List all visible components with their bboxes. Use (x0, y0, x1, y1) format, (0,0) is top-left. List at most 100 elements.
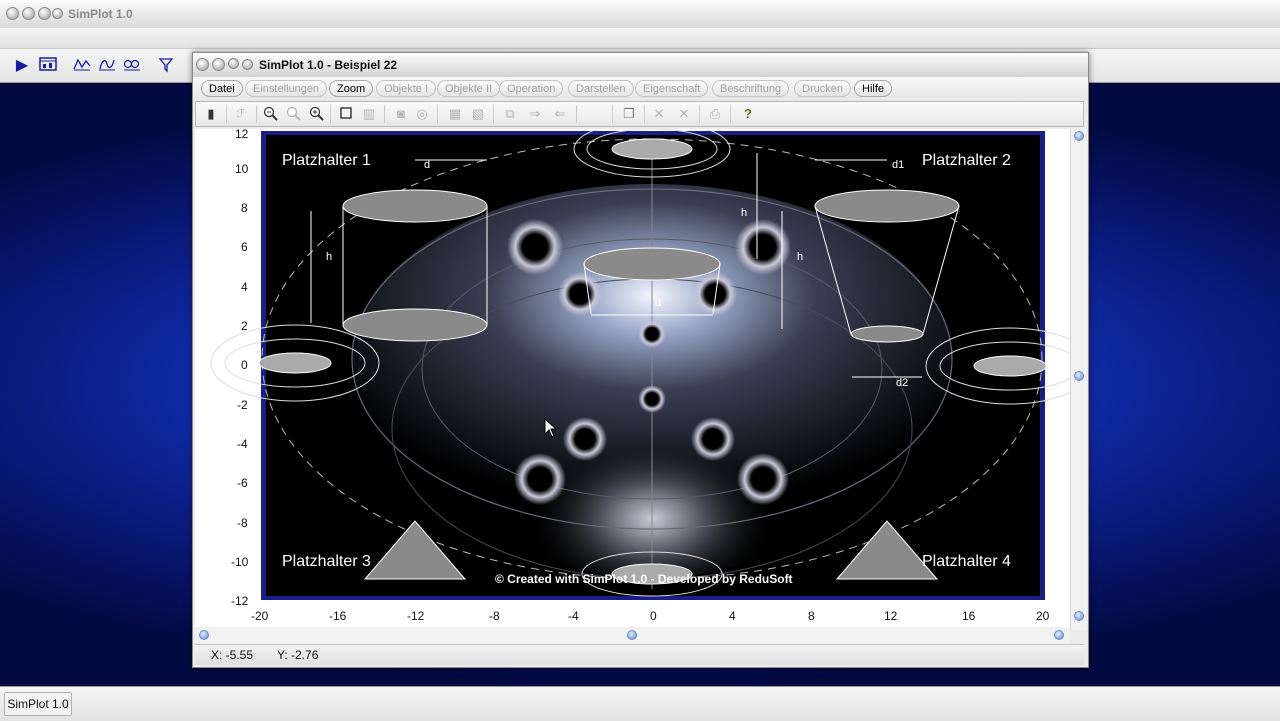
pages-icon[interactable]: ❐ (620, 106, 638, 122)
document-toolbar: ▮ ℱ ▥ ◙ ◎ ▦ ▧ ⧉ ⇒ ⇐ ❐ ✕ ✕ ⎙ ? (195, 101, 1084, 127)
placeholder-1-label: Platzhalter 1 (282, 152, 371, 169)
table-icon[interactable]: ▦ (446, 106, 464, 122)
horizontal-scroll-thumb[interactable] (627, 630, 637, 640)
y-coordinate: Y: -2.76 (277, 648, 319, 662)
document-titlebar: SimPlot 1.0 - Beispiel 22 (193, 53, 1088, 78)
circle-outline-icon[interactable]: ◎ (413, 106, 431, 122)
zoom-out-icon[interactable] (262, 106, 280, 122)
scroll-right-button[interactable] (1054, 630, 1064, 640)
scroll-down-button[interactable] (1074, 611, 1084, 621)
y-tick-label: 2 (241, 319, 248, 333)
arrow-left-icon[interactable]: ⇐ (551, 106, 569, 122)
doc-maximize-button[interactable] (228, 58, 239, 69)
dim-label-d2: d2 (896, 377, 909, 389)
x-tick-label: -8 (489, 609, 500, 623)
parametric-chart-icon[interactable] (97, 57, 117, 75)
scroll-up-button[interactable] (1074, 131, 1084, 141)
y-tick-label: -4 (237, 437, 248, 451)
y-tick-label: -6 (237, 476, 248, 490)
help-icon[interactable]: ? (739, 106, 757, 122)
vertical-scroll-thumb[interactable] (1074, 371, 1084, 381)
placeholder-3-label: Platzhalter 3 (282, 553, 371, 570)
zoom-in-icon[interactable] (308, 106, 326, 122)
graph-window-icon[interactable] (38, 57, 58, 75)
app-title: SimPlot 1.0 (68, 7, 133, 21)
close-object-icon[interactable]: ✕ (650, 106, 668, 122)
menu-operation[interactable]: Operation (499, 80, 564, 97)
vertical-scrollbar[interactable] (1070, 129, 1087, 630)
menu-darstellen[interactable]: Darstellen (568, 80, 634, 97)
taskbar-item-simplot[interactable]: SimPlot 1.0 (4, 692, 72, 716)
y-tick-label: 0 (241, 358, 248, 372)
maximize-window-button[interactable] (38, 7, 51, 20)
line-chart-icon[interactable] (72, 57, 92, 75)
dim-label-h: h (797, 251, 804, 263)
dim-label-d: d (424, 159, 431, 171)
menu-objekte-1[interactable]: Objekte I (376, 80, 437, 97)
menu-hilfe[interactable]: Hilfe (854, 80, 893, 97)
placeholder-2-label: Platzhalter 2 (922, 152, 1011, 169)
zoom-fit-icon[interactable] (285, 106, 303, 122)
menu-datei[interactable]: Datei (201, 80, 243, 97)
toolbar-separator (493, 105, 494, 123)
dim-label-h: h (326, 251, 333, 263)
x-tick-label: 20 (1036, 609, 1050, 623)
mouse-cursor-icon (544, 418, 558, 438)
toolbar-separator (644, 105, 645, 123)
menubar: Datei Einstellungen Zoom Objekte I Objek… (193, 77, 1088, 101)
doc-close-button[interactable] (196, 58, 209, 71)
grid-icon[interactable]: ▥ (360, 106, 378, 122)
menu-drucken[interactable]: Drucken (794, 80, 851, 97)
scroll-left-button[interactable] (199, 630, 209, 640)
circle-icon[interactable]: ◙ (392, 106, 410, 122)
toolbar-separator (384, 105, 385, 123)
image-icon[interactable]: ▧ (469, 106, 487, 122)
horizontal-scrollbar[interactable] (195, 627, 1070, 643)
polar-chart-icon[interactable] (122, 57, 142, 75)
x-tick-label: -20 (251, 609, 269, 623)
minimize-window-button[interactable] (22, 7, 35, 20)
y-tick-label: -12 (231, 594, 249, 608)
toolbar-separator (226, 105, 227, 123)
document-title: SimPlot 1.0 - Beispiel 22 (259, 58, 398, 72)
y-tick-label: 8 (241, 201, 248, 215)
toolbar-separator (330, 105, 331, 123)
menu-objekte-2[interactable]: Objekte II (437, 80, 501, 97)
toolbar-separator (730, 105, 731, 123)
menu-eigenschaft[interactable]: Eigenschaft (635, 80, 709, 97)
calculator-icon[interactable]: ▮ (202, 106, 220, 122)
y-tick-label: -2 (237, 398, 248, 412)
print-icon[interactable]: ⎙ (706, 106, 724, 122)
toolbar-separator (437, 105, 438, 123)
toolbar-separator (256, 105, 257, 123)
y-tick-label: 4 (241, 280, 248, 294)
funnel-icon[interactable] (156, 57, 176, 75)
window-menu-button[interactable] (52, 8, 63, 19)
x-tick-label: -16 (329, 609, 347, 623)
document-window: SimPlot 1.0 - Beispiel 22 Datei Einstell… (192, 52, 1089, 668)
play-icon[interactable]: ▶ (12, 57, 32, 75)
menu-einstellungen[interactable]: Einstellungen (245, 80, 328, 97)
arrow-right-icon[interactable]: ⇒ (526, 106, 544, 122)
coordinate-bar: X: -5.55 Y: -2.76 (195, 644, 1084, 665)
x-tick-label: 16 (962, 609, 976, 623)
menu-zoom[interactable]: Zoom (329, 80, 374, 97)
delete-icon[interactable]: ✕ (675, 106, 693, 122)
app-titlebar: SimPlot 1.0 (0, 0, 1280, 29)
rectangle-icon[interactable] (337, 106, 355, 122)
x-coordinate: X: -5.55 (211, 648, 254, 662)
app-menubar (0, 28, 1280, 49)
close-window-button[interactable] (6, 7, 19, 20)
copy-object-icon[interactable]: ⧉ (501, 106, 519, 122)
doc-minimize-button[interactable] (212, 58, 225, 71)
menu-beschriftung[interactable]: Beschriftung (712, 80, 790, 97)
y-tick-label: -8 (237, 516, 248, 530)
placeholder-4-label: Platzhalter 4 (922, 553, 1011, 570)
plot-area[interactable]: d h h h d d1 d2 Platzhalter 1 Platzhalte… (195, 127, 1070, 632)
x-tick-label: -4 (568, 609, 579, 623)
doc-window-menu-button[interactable] (242, 59, 253, 70)
dim-label-h: h (741, 207, 748, 219)
taskbar: SimPlot 1.0 (0, 686, 1280, 721)
function-icon[interactable]: ℱ (232, 106, 250, 122)
y-tick-label: 12 (235, 127, 249, 141)
